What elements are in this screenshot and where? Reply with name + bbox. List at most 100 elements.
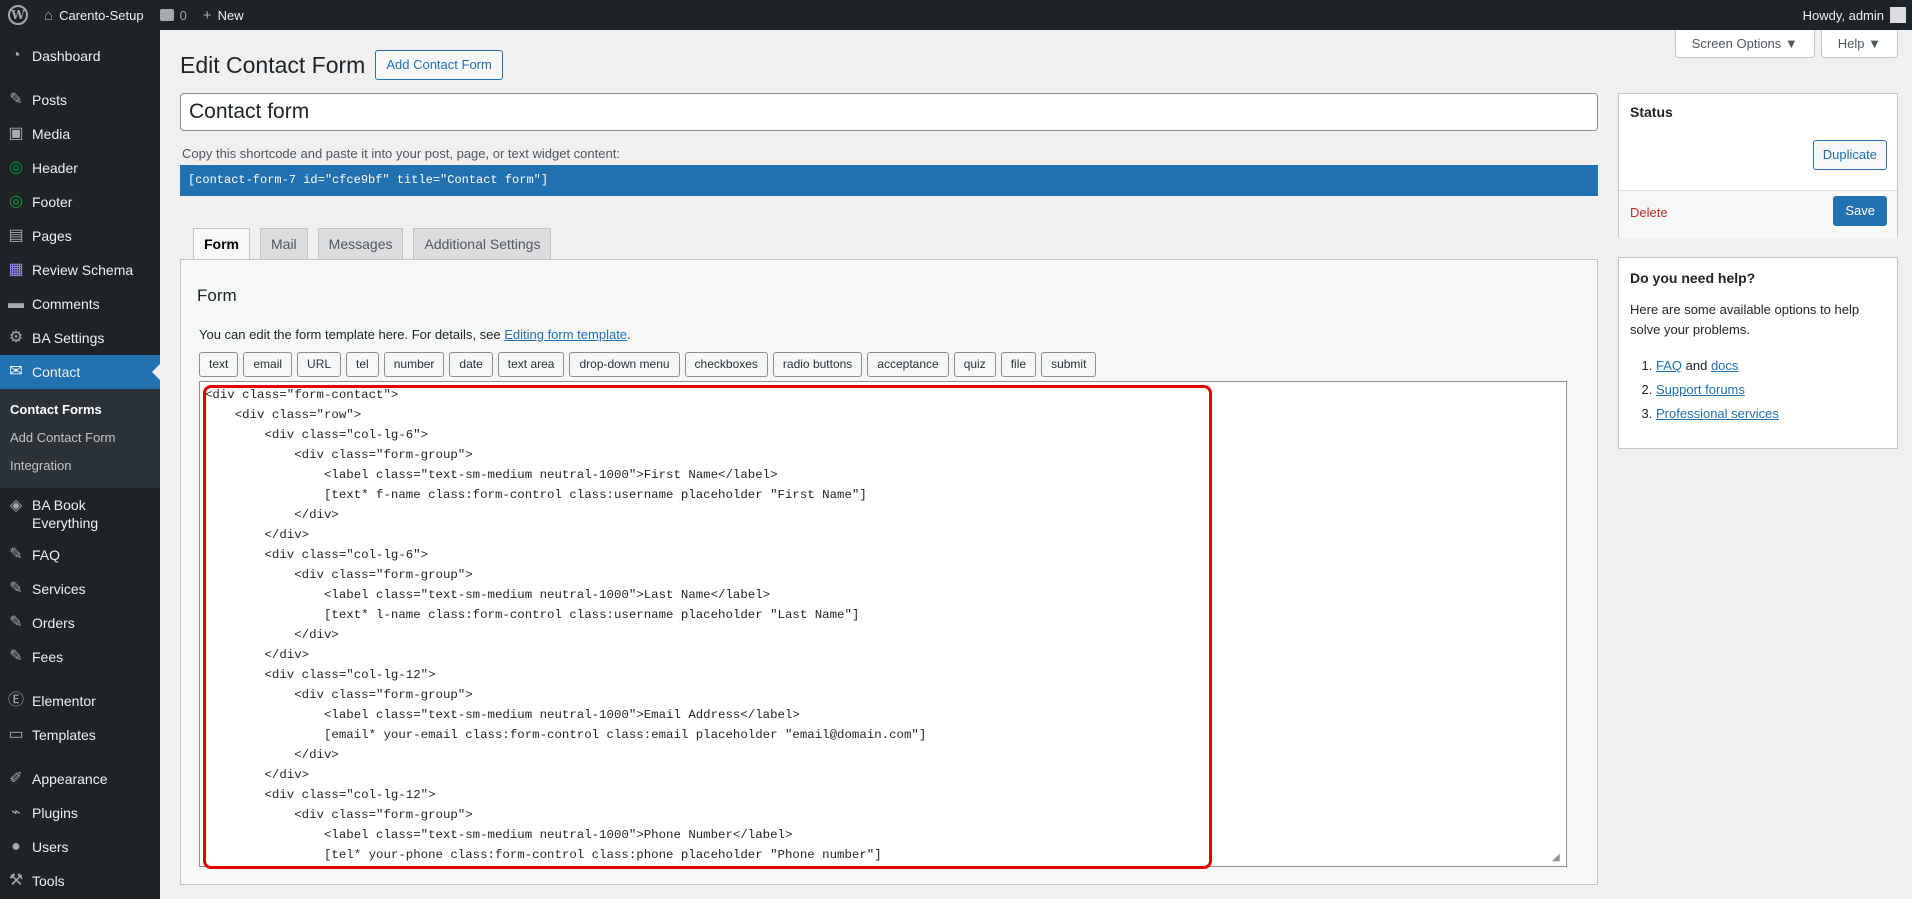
tag-button-text-area[interactable]: text area: [497, 352, 565, 377]
pin-icon: ✎: [9, 614, 23, 631]
sidebar-item-media[interactable]: ▣ Media: [0, 117, 160, 151]
sidebar-item-fees[interactable]: ✎ Fees: [0, 640, 160, 674]
form-panel: Form You can edit the form template here…: [180, 259, 1598, 885]
wp-logo-menu[interactable]: W: [0, 0, 36, 30]
panel-description: You can edit the form template here. For…: [199, 327, 631, 342]
tag-button-text[interactable]: text: [199, 352, 239, 377]
docs-link[interactable]: docs: [1711, 358, 1738, 373]
sidebar-item-comments[interactable]: ▬ Comments: [0, 287, 160, 321]
folder-icon: ▭: [8, 726, 24, 743]
shortcode-label: Copy this shortcode and paste it into yo…: [182, 146, 620, 161]
sidebar-item-contact[interactable]: ✉ Contact: [0, 355, 160, 389]
status-actions: Delete Save: [1619, 190, 1897, 238]
dashboard-icon: ◔: [11, 47, 21, 64]
plugin-icon: ⌁: [11, 804, 21, 821]
comment-icon: ▬: [8, 295, 24, 312]
delete-link[interactable]: Delete: [1630, 205, 1668, 220]
tab-mail[interactable]: Mail: [260, 228, 308, 259]
new-label: New: [217, 7, 244, 23]
site-name-link[interactable]: ⌂ Carento-Setup: [36, 0, 152, 30]
book-icon: ◈: [9, 497, 23, 514]
status-box: Status Duplicate Delete Save: [1618, 93, 1898, 238]
editor-tabs: Form Mail Messages Additional Settings: [193, 228, 552, 260]
tag-button-tel[interactable]: tel: [346, 352, 379, 377]
my-account[interactable]: Howdy, admin: [1803, 7, 1912, 23]
brush-icon: ✐: [9, 770, 23, 787]
form-title-input[interactable]: Contact form: [180, 93, 1598, 131]
tab-messages[interactable]: Messages: [317, 228, 404, 259]
comment-bubble-icon: [159, 9, 174, 21]
help-item-support: Support forums: [1656, 378, 1886, 402]
tag-button-drop-down-menu[interactable]: drop-down menu: [569, 352, 680, 377]
sidebar-item-elementor[interactable]: Ⓔ Elementor: [0, 684, 160, 718]
tag-button-file[interactable]: file: [1000, 352, 1037, 377]
tag-button-radio-buttons[interactable]: radio buttons: [772, 352, 863, 377]
submenu-contact-forms[interactable]: Contact Forms: [0, 396, 160, 424]
sidebar-item-templates[interactable]: ▭ Templates: [0, 718, 160, 752]
help-box: Do you need help? Here are some availabl…: [1618, 257, 1898, 449]
tag-button-checkboxes[interactable]: checkboxes: [684, 352, 768, 377]
editing-form-template-link[interactable]: Editing form template: [504, 327, 627, 342]
support-forums-link[interactable]: Support forums: [1656, 382, 1745, 397]
sidebar-item-pages[interactable]: ▤ Pages: [0, 219, 160, 253]
help-button[interactable]: Help ▼: [1820, 30, 1898, 58]
admin-bar: W ⌂ Carento-Setup 0 + New Howdy, admin: [0, 0, 1912, 30]
new-content-link[interactable]: + New: [195, 0, 252, 30]
resize-grip-icon[interactable]: ◢: [1552, 852, 1564, 864]
tag-button-submit[interactable]: submit: [1041, 352, 1097, 377]
sidebar-item-appearance[interactable]: ✐ Appearance: [0, 762, 160, 796]
sidebar-item-posts[interactable]: ✎ Posts: [0, 83, 160, 117]
tab-form[interactable]: Form: [193, 228, 250, 260]
tag-button-quiz[interactable]: quiz: [953, 352, 996, 377]
faq-link[interactable]: FAQ: [1656, 358, 1682, 373]
sidebar-item-orders[interactable]: ✎ Orders: [0, 606, 160, 640]
sidebar-item-tools[interactable]: ⚒ Tools: [0, 864, 160, 898]
elementor-footer-icon: ◎: [9, 193, 23, 210]
home-icon: ⌂: [44, 6, 54, 24]
status-title: Status: [1630, 104, 1673, 120]
tag-button-acceptance[interactable]: acceptance: [867, 352, 949, 377]
save-button[interactable]: Save: [1833, 196, 1887, 226]
sidebar-item-services[interactable]: ✎ Services: [0, 572, 160, 606]
professional-services-link[interactable]: Professional services: [1656, 406, 1779, 421]
tag-button-email[interactable]: email: [243, 352, 293, 377]
sidebar-item-footer[interactable]: ◎ Footer: [0, 185, 160, 219]
tag-generator-buttons: text email URL tel number date text area…: [199, 352, 1097, 377]
plus-icon: +: [202, 6, 212, 24]
form-template-editor[interactable]: <div class="form-contact"> <div class="r…: [199, 381, 1567, 867]
help-links: FAQ and docs Support forums Professional…: [1630, 354, 1886, 426]
sidebar-item-faq[interactable]: ✎ FAQ: [0, 538, 160, 572]
howdy-text: Howdy, admin: [1802, 7, 1884, 23]
tag-button-date[interactable]: date: [449, 352, 493, 377]
wordpress-logo-icon: W: [8, 5, 28, 25]
sidebar-item-dashboard[interactable]: ◔ Dashboard: [0, 39, 160, 73]
add-contact-form-button[interactable]: Add Contact Form: [375, 50, 503, 80]
panel-title: Form: [197, 286, 237, 305]
tag-button-url[interactable]: URL: [297, 352, 342, 377]
contact-submenu: Contact Forms Add Contact Form Integrati…: [0, 389, 160, 488]
sidebar-item-users[interactable]: ● Users: [0, 830, 160, 864]
comment-count: 0: [179, 7, 187, 23]
site-name: Carento-Setup: [59, 7, 144, 23]
screen-options-button[interactable]: Screen Options ▼: [1674, 30, 1815, 58]
duplicate-button[interactable]: Duplicate: [1812, 140, 1887, 170]
tab-additional-settings[interactable]: Additional Settings: [413, 228, 552, 259]
help-item-professional: Professional services: [1656, 402, 1886, 426]
tag-button-number[interactable]: number: [383, 352, 445, 377]
sidebar-item-header[interactable]: ◎ Header: [0, 151, 160, 185]
mail-icon: ✉: [9, 363, 23, 380]
pin-icon: ✎: [9, 648, 23, 665]
comments-link[interactable]: 0: [152, 0, 195, 30]
sidebar-item-review-schema[interactable]: ▦ Review Schema: [0, 253, 160, 287]
submenu-add-contact-form[interactable]: Add Contact Form: [0, 424, 160, 452]
sidebar-item-ba-settings[interactable]: ⚙ BA Settings: [0, 321, 160, 355]
sidebar-item-ba-book-everything[interactable]: ◈ BA Book Everything: [0, 488, 160, 538]
form-template-code: <div class="form-contact"> <div class="r…: [205, 388, 927, 862]
submenu-integration[interactable]: Integration: [0, 452, 160, 480]
elementor-icon: Ⓔ: [7, 692, 24, 709]
shortcode-field[interactable]: [contact-form-7 id="cfce9bf" title="Cont…: [180, 165, 1598, 196]
screen-meta-links: Screen Options ▼ Help ▼: [1674, 30, 1898, 58]
help-title: Do you need help?: [1630, 270, 1756, 286]
sidebar-item-plugins[interactable]: ⌁ Plugins: [0, 796, 160, 830]
pin-icon: ✎: [9, 580, 23, 597]
